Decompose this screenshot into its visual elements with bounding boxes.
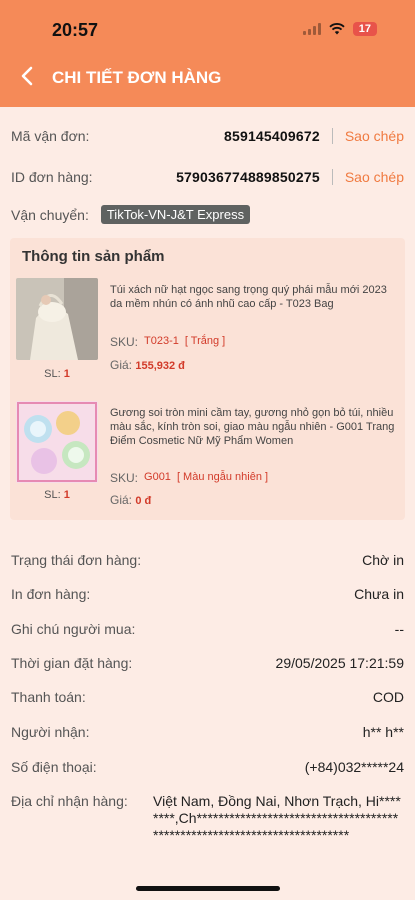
product-image-bag: [16, 278, 98, 360]
payment-row: Thanh toán: COD: [11, 689, 404, 705]
battery-indicator: 17: [352, 22, 377, 36]
shipping-row: Vận chuyển: TikTok-VN-J&T Express: [11, 205, 404, 224]
app-header: 20:57 17 CHI TIẾT ĐƠN HÀNG: [0, 0, 415, 107]
product-image-mirror: [16, 401, 98, 483]
signal-icon: [302, 23, 321, 35]
print-status-row: In đơn hàng: Chưa in: [11, 586, 404, 602]
phone-value: (+84)032*****24: [304, 759, 404, 775]
carrier-badge: TikTok-VN-J&T Express: [100, 205, 251, 224]
buyer-note-value: --: [394, 621, 404, 637]
product-qty: SL: 1: [44, 368, 70, 380]
product-price: Giá: 155,932 đ: [110, 358, 185, 372]
buyer-note-row: Ghi chú người mua: --: [11, 621, 404, 637]
home-indicator: [136, 886, 280, 891]
status-time: 20:57: [52, 20, 99, 40]
order-time-value: 29/05/2025 17:21:59: [275, 655, 404, 671]
order-time-row: Thời gian đặt hàng: 29/05/2025 17:21:59: [11, 655, 404, 671]
tracking-label: Mã vận đơn:: [11, 128, 90, 144]
wifi-icon: [329, 23, 345, 35]
product-section-title: Thông tin sản phẩm: [22, 248, 165, 265]
product-price: Giá: 0 đ: [110, 493, 152, 507]
order-id-row: ID đơn hàng: 579036774889850275 Sao chép: [11, 169, 404, 185]
receiver-value: h** h**: [362, 724, 404, 740]
tracking-number: 859145409672: [223, 128, 320, 144]
order-id-value: 579036774889850275: [176, 169, 320, 185]
tracking-row: Mã vận đơn: 859145409672 Sao chép: [11, 128, 404, 144]
shipping-label: Vận chuyển:: [11, 206, 89, 223]
print-status-value: Chưa in: [354, 586, 404, 602]
copy-order-id-button[interactable]: Sao chép: [345, 169, 404, 185]
page-title: CHI TIẾT ĐƠN HÀNG: [52, 68, 222, 87]
product-qty: SL: 1: [44, 489, 70, 501]
status-bar: 20:57 17: [0, 0, 415, 56]
order-id-label: ID đơn hàng:: [11, 169, 93, 185]
phone-row: Số điện thoại: (+84)032*****24: [11, 759, 404, 775]
status-icons: 17: [302, 22, 377, 36]
product-name: Gương soi tròn mini cầm tay, gương nhỏ g…: [110, 407, 395, 447]
product-info-card: Thông tin sản phẩm SL: 1 Túi xách nữ hạt…: [10, 238, 405, 520]
receiver-row: Người nhận: h** h**: [11, 724, 404, 740]
address-value: Việt Nam, Đồng Nai, Nhơn Trạch, Hi******…: [153, 793, 401, 843]
product-sku: SKU: G001 [ Màu ngẫu nhiên ]: [110, 471, 269, 485]
copy-tracking-button[interactable]: Sao chép: [345, 128, 404, 144]
payment-value: COD: [372, 689, 404, 705]
back-arrow-icon[interactable]: [16, 64, 40, 88]
order-status-value: Chờ in: [362, 552, 404, 568]
order-status-row: Trạng thái đơn hàng: Chờ in: [11, 552, 404, 568]
divider: [331, 128, 333, 144]
product-sku: SKU: T023-1 [ Trắng ]: [110, 335, 226, 349]
product-item[interactable]: SL: 1 Túi xách nữ hạt ngọc sang trọng qu…: [16, 278, 401, 398]
divider: [331, 169, 333, 185]
nav-bar: CHI TIẾT ĐƠN HÀNG: [0, 56, 415, 100]
product-name: Túi xách nữ hạt ngọc sang trọng quý phái…: [110, 284, 387, 310]
product-item[interactable]: SL: 1 Gương soi tròn mini cầm tay, gương…: [16, 401, 401, 516]
